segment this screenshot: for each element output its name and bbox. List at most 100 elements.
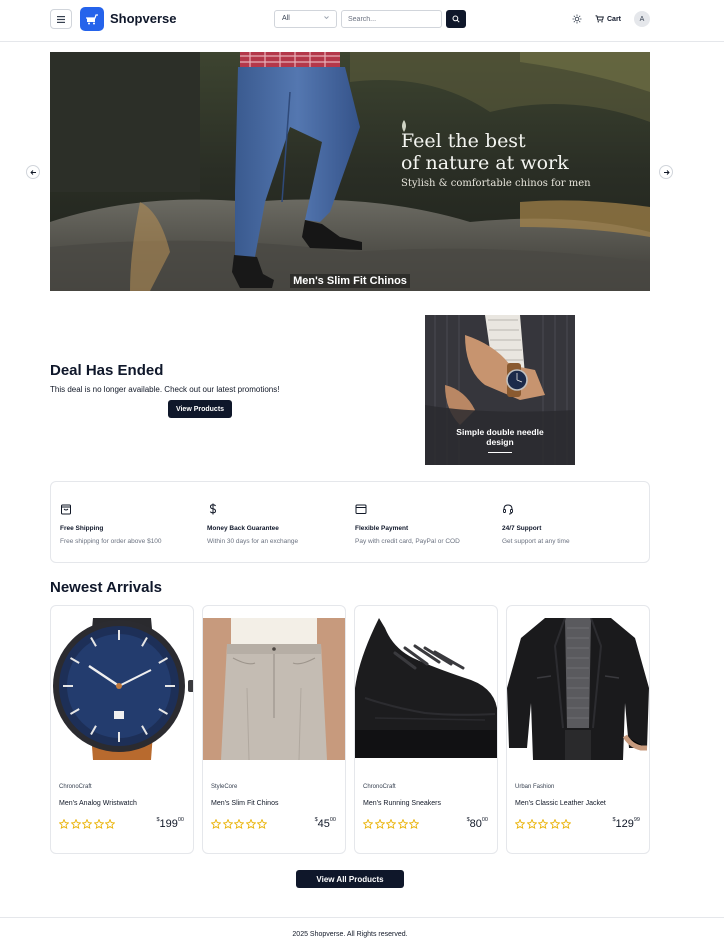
product-brand: ChronoCraft [363,784,396,790]
star-rating [363,819,419,829]
sun-icon [572,14,582,24]
cart-link[interactable]: Cart [595,13,621,25]
newest-arrivals-title: Newest Arrivals [50,579,163,596]
hero-banner[interactable]: Feel the best of nature at work Stylish … [50,52,650,291]
price-cents: 00 [329,817,336,823]
search-input[interactable] [341,10,442,28]
hero-headline: Feel the best of nature at work [401,130,569,174]
star-icon [515,819,525,829]
product-image[interactable] [51,618,193,760]
star-rating [515,819,571,829]
product-name[interactable]: Men's Slim Fit Chinos [211,800,278,807]
product-price: $4500 [314,817,336,830]
price-cents: 99 [633,817,640,823]
product-name[interactable]: Men's Classic Leather Jacket [515,800,606,807]
star-icon [82,819,92,829]
feature-item: 24/7 Support Get support at any time [502,503,642,545]
view-products-button[interactable]: View Products [168,400,232,418]
wristwatch-photo [51,618,193,760]
hero-headline-line1: Feel the best [401,130,526,152]
leather-jacket-photo [507,618,649,760]
star-icon [397,819,408,829]
feature-description: Get support at any time [502,538,570,545]
product-price: $19900 [156,817,184,830]
product-card[interactable]: ChronoCraft Men's Running Sneakers $8000 [354,605,498,854]
product-brand: ChronoCraft [59,784,92,790]
star-icon [234,819,244,829]
product-brand: StyleCore [211,784,238,790]
deal-image-caption: Simple double needle design [425,427,575,447]
hero-caption: Men's Slim Fit Chinos [50,274,650,288]
feature-title: Free Shipping [60,525,104,532]
carousel-prev-button[interactable] [26,165,40,179]
cart-icon [595,15,604,23]
logo-icon[interactable] [80,7,104,31]
view-all-products-button[interactable]: View All Products [296,870,404,888]
deal-promo-image[interactable]: Simple double needle design [425,315,575,465]
star-rating [59,819,115,829]
star-icon [105,819,115,829]
user-avatar[interactable]: A [634,11,650,27]
price-cents: 00 [481,817,488,823]
product-price: $12999 [612,817,640,830]
category-select[interactable]: All [274,10,337,28]
price-cents: 00 [177,817,184,823]
menu-button[interactable] [50,9,72,29]
star-icon [374,819,385,829]
feature-description: Free shipping for order above $100 [60,538,162,545]
deal-title: Deal Has Ended [50,362,164,379]
brand-name[interactable]: Shopverse [110,11,176,26]
caption-underline [488,452,512,453]
star-icon [526,819,537,829]
product-card[interactable]: Urban Fashion Men's Classic Leather Jack… [506,605,650,854]
product-price: $8000 [466,817,488,830]
price-whole: 199 [159,818,178,830]
price-whole: 80 [469,818,482,830]
product-card[interactable]: ChronoCraft Men's Analog Wristwatch $199… [50,605,194,854]
star-icon [538,819,548,829]
star-icon [222,819,233,829]
hero-caption-text: Men's Slim Fit Chinos [290,274,410,288]
search-button[interactable] [446,10,466,28]
hamburger-icon [57,15,65,23]
product-name[interactable]: Men's Running Sneakers [363,800,441,807]
star-icon [363,819,373,829]
product-image[interactable] [355,618,497,760]
hero-headline-line2: of nature at work [401,152,569,174]
deal-image-caption-line1: Simple double needle [456,427,544,437]
star-icon [561,819,571,829]
feature-description: Pay with credit card, PayPal or COD [355,538,460,545]
feature-item: Money Back Guarantee Within 30 days for … [207,503,347,545]
site-header: Shopverse All Cart A [0,0,724,42]
arrow-right-icon [663,169,670,175]
feature-title: 24/7 Support [502,525,542,532]
star-icon [549,819,560,829]
product-image[interactable] [203,618,345,760]
theme-toggle-button[interactable] [571,13,583,25]
star-icon [386,819,396,829]
feature-title: Flexible Payment [355,525,409,532]
star-rating [211,819,267,829]
category-select-value: All [282,15,290,22]
price-whole: 45 [317,818,330,830]
carousel-next-button[interactable] [659,165,673,179]
star-icon [257,819,267,829]
chinos-photo [203,618,345,760]
footer-copyright: 2025 Shopverse. All Rights reserved. [292,931,408,938]
arrow-left-icon [29,169,36,175]
bag-icon [61,504,71,515]
product-card[interactable]: StyleCore Men's Slim Fit Chinos $4500 [202,605,346,854]
product-name[interactable]: Men's Analog Wristwatch [59,800,137,807]
cart-label: Cart [607,15,622,23]
product-image[interactable] [507,618,649,760]
hero-subline: Stylish & comfortable chinos for men [401,178,591,189]
features-panel: Free Shipping Free shipping for order ab… [50,481,650,563]
star-icon [409,819,419,829]
search-icon [452,15,460,23]
credit-card-icon [355,504,367,514]
product-brand: Urban Fashion [515,784,555,790]
chevron-down-icon [324,16,329,20]
feature-description: Within 30 days for an exchange [207,538,299,545]
feature-item: Free Shipping Free shipping for order ab… [60,503,200,545]
star-icon [245,819,256,829]
